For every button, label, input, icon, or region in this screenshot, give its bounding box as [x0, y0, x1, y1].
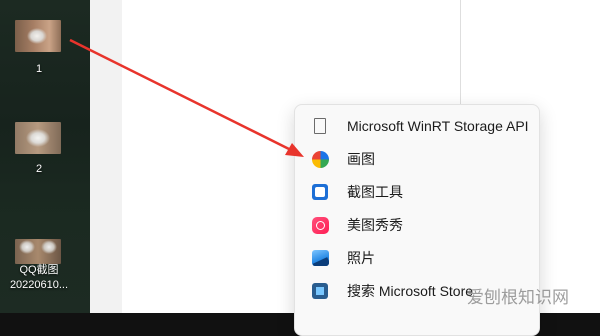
menu-item-label: 美图秀秀: [347, 217, 403, 233]
watermark: 爱刨根知识网: [467, 288, 569, 308]
menu-item-label: 画图: [347, 151, 375, 167]
snipping-tool-icon: [311, 183, 329, 201]
file-label: 1: [35, 63, 43, 75]
menu-item-label: 照片: [347, 250, 375, 266]
menu-item-photos[interactable]: 照片: [301, 243, 533, 273]
microsoft-store-icon: [311, 282, 329, 300]
desktop-file-qq-screenshot[interactable]: QQ截图 20220610...: [0, 230, 78, 300]
desktop: 1 2 QQ截图 20220610...: [0, 0, 90, 313]
image-thumbnail: [15, 239, 61, 264]
menu-item-meitu[interactable]: 美图秀秀: [301, 210, 533, 240]
desktop-file-2[interactable]: 2: [0, 110, 78, 180]
image-thumbnail: [15, 122, 61, 154]
panel-side-band: [90, 0, 122, 313]
document-icon: [311, 117, 329, 135]
image-thumbnail: [15, 20, 61, 52]
menu-item-label: 截图工具: [347, 184, 403, 200]
menu-item-snipping-tool[interactable]: 截图工具: [301, 177, 533, 207]
photos-icon: [311, 249, 329, 267]
paint-icon: [311, 150, 329, 168]
file-label: 2: [35, 163, 43, 175]
file-label-line1: QQ截图: [19, 264, 59, 276]
file-label-line2: 20220610...: [9, 279, 69, 291]
menu-item-winrt-storage-api[interactable]: Microsoft WinRT Storage API: [301, 111, 533, 141]
menu-item-paint[interactable]: 画图: [301, 144, 533, 174]
menu-item-label: 搜索 Microsoft Store: [347, 283, 474, 299]
meitu-icon: [311, 216, 329, 234]
menu-item-label: Microsoft WinRT Storage API: [347, 118, 529, 134]
desktop-file-1[interactable]: 1: [0, 0, 78, 80]
